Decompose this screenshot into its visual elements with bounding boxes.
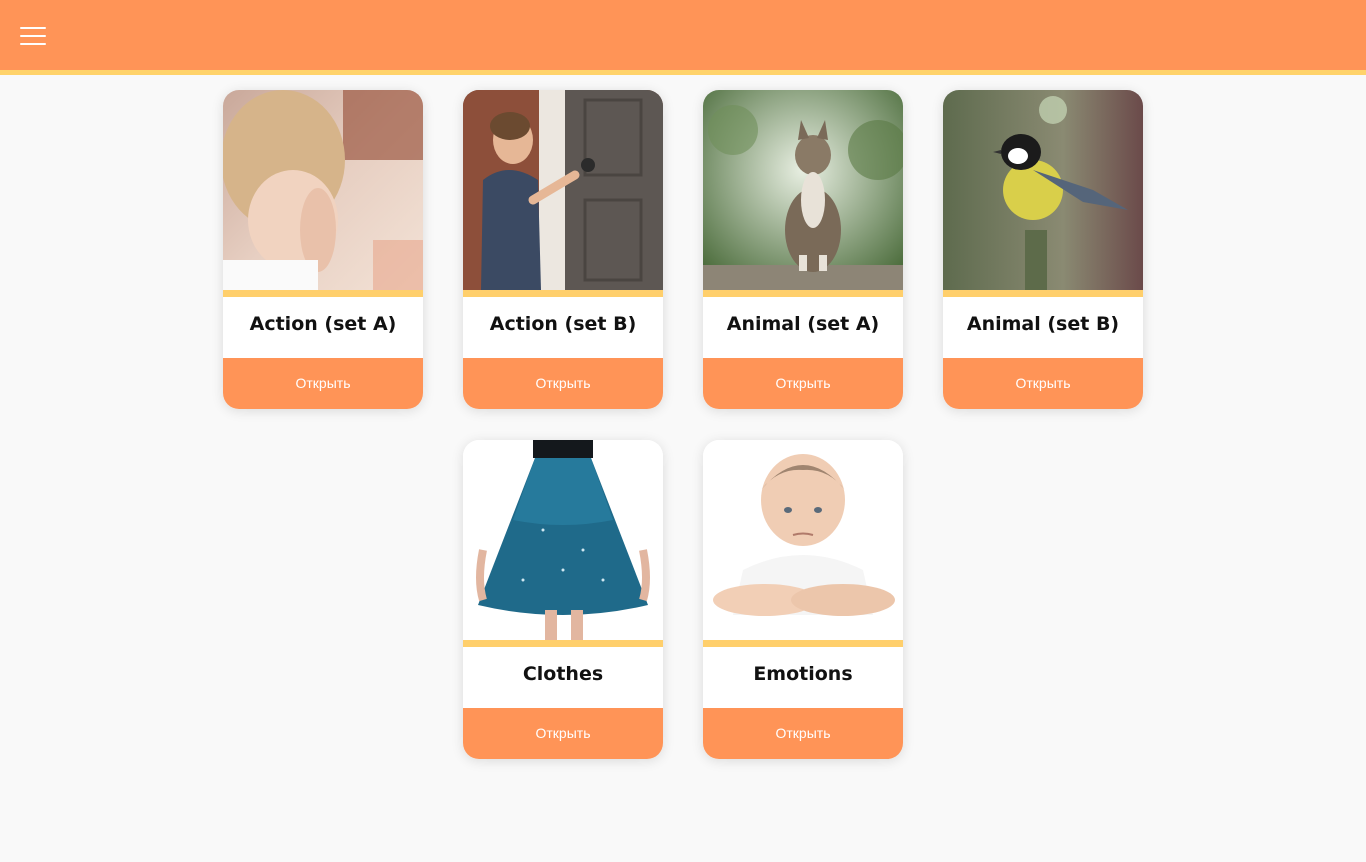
card-accent-strip	[703, 290, 903, 297]
card-title: Animal (set B)	[966, 313, 1120, 335]
card-image-bird	[943, 90, 1143, 290]
card-title: Emotions	[753, 663, 853, 685]
open-button[interactable]: Открыть	[703, 358, 903, 409]
card-title: Action (set B)	[489, 313, 637, 335]
card-animal-set-a: Animal (set A) Открыть	[703, 90, 903, 409]
card-image-boy-door	[463, 90, 663, 290]
card-emotions: Emotions Открыть	[703, 440, 903, 759]
menu-line	[20, 43, 46, 45]
open-button[interactable]: Открыть	[703, 708, 903, 759]
card-image-child-crying	[223, 90, 423, 290]
card-image-sad-boy	[703, 440, 903, 640]
menu-line	[20, 35, 46, 37]
top-header	[0, 0, 1366, 75]
card-accent-strip	[463, 640, 663, 647]
card-clothes: Clothes Открыть	[463, 440, 663, 759]
open-button[interactable]: Открыть	[463, 708, 663, 759]
card-accent-strip	[223, 290, 423, 297]
card-image-skirt	[463, 440, 663, 640]
card-accent-strip	[703, 640, 903, 647]
card-title: Animal (set A)	[726, 313, 880, 335]
card-title: Clothes	[522, 663, 604, 685]
card-accent-strip	[943, 290, 1143, 297]
open-button[interactable]: Открыть	[463, 358, 663, 409]
card-title: Action (set A)	[249, 313, 397, 335]
card-action-set-a: Action (set A) Открыть	[223, 90, 423, 409]
hamburger-menu-icon[interactable]	[20, 26, 46, 46]
card-image-cat	[703, 90, 903, 290]
open-button[interactable]: Открыть	[223, 358, 423, 409]
card-action-set-b: Action (set B) Открыть	[463, 90, 663, 409]
card-accent-strip	[463, 290, 663, 297]
card-animal-set-b: Animal (set B) Открыть	[943, 90, 1143, 409]
open-button[interactable]: Открыть	[943, 358, 1143, 409]
menu-line	[20, 27, 46, 29]
